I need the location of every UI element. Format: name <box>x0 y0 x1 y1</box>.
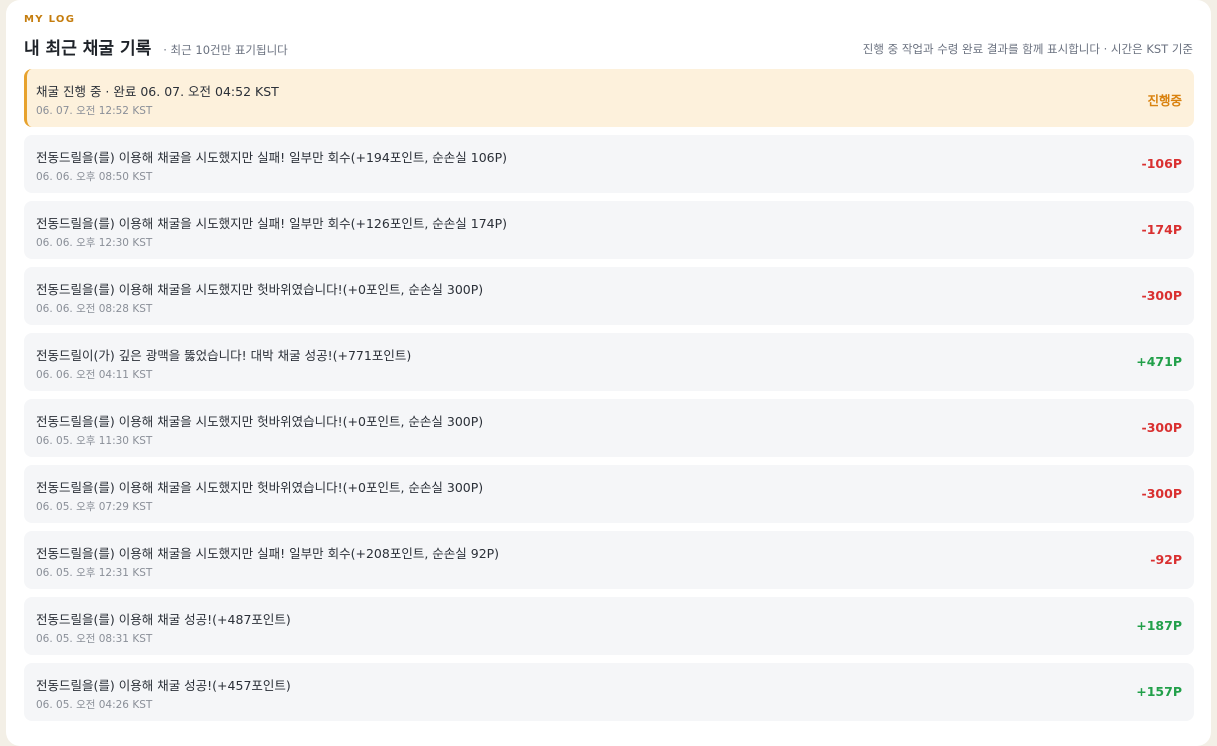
log-item: 전동드릴을(를) 이용해 채굴 성공!(+487포인트) 06. 05. 오전 0… <box>24 597 1194 655</box>
log-item-timestamp: 06. 05. 오전 08:31 KST <box>36 633 153 645</box>
log-item: 전동드릴을(를) 이용해 채굴을 시도했지만 실패! 일부만 회수(+194포인… <box>24 135 1194 193</box>
log-item-message: 전동드릴을(를) 이용해 채굴을 시도했지만 실패! 일부만 회수(+208포인… <box>36 546 500 561</box>
log-header: MY LOG 내 최근 채굴 기록 · 최근 10건만 표기됩니다 진행 중 작… <box>24 14 1193 62</box>
point-change: -300P <box>1141 420 1182 435</box>
log-item: 전동드릴을(를) 이용해 채굴을 시도했지만 헛바위였습니다!(+0포인트, 순… <box>24 267 1194 325</box>
section-eyebrow: MY LOG <box>24 14 76 25</box>
log-item: 전동드릴을(를) 이용해 채굴을 시도했지만 실패! 일부만 회수(+208포인… <box>24 531 1194 589</box>
timezone-note: 진행 중 작업과 수령 완료 결과를 함께 표시합니다 · 시간은 KST 기준 <box>862 42 1193 56</box>
log-item-timestamp: 06. 06. 오후 12:30 KST <box>36 237 153 249</box>
point-change: +157P <box>1136 684 1182 699</box>
point-change: -300P <box>1141 486 1182 501</box>
log-item-message: 전동드릴을(를) 이용해 채굴을 시도했지만 실패! 일부만 회수(+194포인… <box>36 150 508 165</box>
point-change: -300P <box>1141 288 1182 303</box>
log-item-message: 전동드릴을(를) 이용해 채굴 성공!(+487포인트) <box>36 612 291 627</box>
point-change: +187P <box>1136 618 1182 633</box>
log-item: 전동드릴을(를) 이용해 채굴 성공!(+457포인트) 06. 05. 오전 0… <box>24 663 1194 721</box>
log-item-message: 전동드릴을(를) 이용해 채굴을 시도했지만 헛바위였습니다!(+0포인트, 순… <box>36 282 484 297</box>
log-item-timestamp: 06. 06. 오전 08:28 KST <box>36 303 153 315</box>
mining-log-panel: MY LOG 내 최근 채굴 기록 · 최근 10건만 표기됩니다 진행 중 작… <box>6 0 1211 746</box>
page-title: 내 최근 채굴 기록 <box>24 39 152 59</box>
log-item-timestamp: 06. 06. 오전 04:11 KST <box>36 369 153 381</box>
log-item: 전동드릴을(를) 이용해 채굴을 시도했지만 실패! 일부만 회수(+126포인… <box>24 201 1194 259</box>
point-change: +471P <box>1136 354 1182 369</box>
log-item-timestamp: 06. 05. 오후 07:29 KST <box>36 501 153 513</box>
point-change: -174P <box>1141 222 1182 237</box>
log-item: 전동드릴을(를) 이용해 채굴을 시도했지만 헛바위였습니다!(+0포인트, 순… <box>24 465 1194 523</box>
log-item-timestamp: 06. 07. 오전 12:52 KST <box>36 105 153 117</box>
log-item: 전동드릴을(를) 이용해 채굴을 시도했지만 헛바위였습니다!(+0포인트, 순… <box>24 399 1194 457</box>
log-item-message: 전동드릴을(를) 이용해 채굴을 시도했지만 실패! 일부만 회수(+126포인… <box>36 216 508 231</box>
log-item-message: 전동드릴이(가) 깊은 광맥을 뚫었습니다! 대박 채굴 성공!(+771포인트… <box>36 348 412 363</box>
log-item-in-progress: 채굴 진행 중 · 완료 06. 07. 오전 04:52 KST 06. 07.… <box>24 69 1194 127</box>
title-row: 내 최근 채굴 기록 · 최근 10건만 표기됩니다 <box>24 34 288 59</box>
point-change: -106P <box>1141 156 1182 171</box>
log-item-timestamp: 06. 06. 오후 08:50 KST <box>36 171 153 183</box>
log-item-timestamp: 06. 05. 오후 12:31 KST <box>36 567 153 579</box>
point-change: -92P <box>1150 552 1182 567</box>
log-item-message: 채굴 진행 중 · 완료 06. 07. 오전 04:52 KST <box>36 84 279 99</box>
log-item-message: 전동드릴을(를) 이용해 채굴을 시도했지만 헛바위였습니다!(+0포인트, 순… <box>36 480 484 495</box>
log-item: 전동드릴이(가) 깊은 광맥을 뚫었습니다! 대박 채굴 성공!(+771포인트… <box>24 333 1194 391</box>
log-item-timestamp: 06. 05. 오후 11:30 KST <box>36 435 153 447</box>
log-list: 채굴 진행 중 · 완료 06. 07. 오전 04:52 KST 06. 07.… <box>24 69 1194 729</box>
status-badge: 진행중 <box>1147 93 1182 108</box>
count-note: · 최근 10건만 표기됩니다 <box>163 43 288 57</box>
log-item-message: 전동드릴을(를) 이용해 채굴을 시도했지만 헛바위였습니다!(+0포인트, 순… <box>36 414 484 429</box>
log-item-timestamp: 06. 05. 오전 04:26 KST <box>36 699 153 711</box>
log-item-message: 전동드릴을(를) 이용해 채굴 성공!(+457포인트) <box>36 678 291 693</box>
